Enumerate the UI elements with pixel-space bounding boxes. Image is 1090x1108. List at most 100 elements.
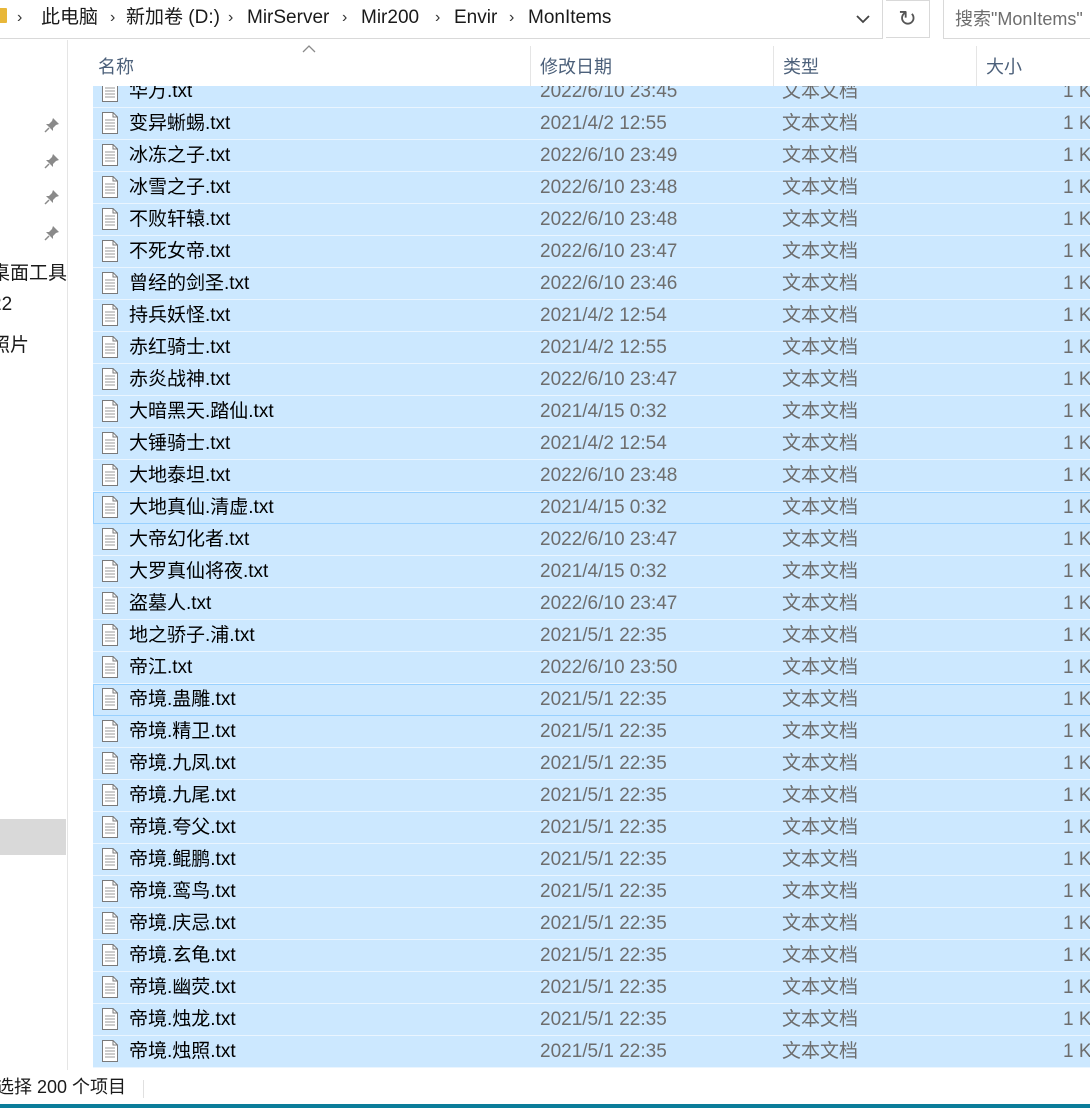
column-header-size[interactable]: 大小 — [986, 50, 1022, 84]
file-name[interactable]: 冰雪之子.txt — [129, 172, 230, 203]
table-row[interactable]: 大地真仙.清虚.txt 2021/4/15 0:32 文本文档 1 K — [93, 492, 1090, 524]
text-file-icon — [102, 176, 118, 198]
file-name[interactable]: 大地真仙.清虚.txt — [129, 492, 274, 523]
file-type: 文本文档 — [782, 785, 859, 806]
table-row[interactable]: 不死女帝.txt 2022/6/10 23:47 文本文档 1 K — [93, 236, 1090, 268]
table-row[interactable]: 帝境.蛊雕.txt 2021/5/1 22:35 文本文档 1 K — [93, 684, 1090, 716]
file-name[interactable]: 帝境.鲲鹏.txt — [129, 844, 236, 875]
breadcrumb-mir200[interactable]: Mir200 — [361, 0, 419, 36]
file-name[interactable]: 帝境.蛊雕.txt — [129, 684, 236, 715]
table-row[interactable]: 不败轩辕.txt 2022/6/10 23:48 文本文档 1 K — [93, 204, 1090, 236]
file-name[interactable]: 大帝幻化者.txt — [129, 524, 249, 555]
search-input[interactable]: 搜索"MonItems" — [943, 0, 1090, 39]
nav-item-desktop-tools[interactable]: 桌面工具 — [0, 258, 67, 285]
file-name[interactable]: 帝境.幽荧.txt — [129, 972, 236, 1003]
file-list[interactable]: 华万.txt 2022/6/10 23:45 文本文档 1 K 变异蜥蜴.txt… — [93, 86, 1090, 1068]
table-row[interactable]: 曾经的剑圣.txt 2022/6/10 23:46 文本文档 1 K — [93, 268, 1090, 300]
table-row[interactable]: 帝境.烛龙.txt 2021/5/1 22:35 文本文档 1 K — [93, 1004, 1090, 1036]
file-name[interactable]: 持兵妖怪.txt — [129, 300, 230, 331]
column-header-name[interactable]: 名称 — [98, 50, 134, 84]
table-row[interactable]: 大罗真仙将夜.txt 2021/4/15 0:32 文本文档 1 K — [93, 556, 1090, 588]
breadcrumb-envir[interactable]: Envir — [454, 0, 497, 36]
nav-item-selected[interactable] — [0, 819, 66, 855]
table-row[interactable]: 赤炎战神.txt 2022/6/10 23:47 文本文档 1 K — [93, 364, 1090, 396]
file-name[interactable]: 帝江.txt — [129, 652, 192, 683]
file-name[interactable]: 华万.txt — [129, 86, 192, 107]
file-name[interactable]: 赤红骑士.txt — [129, 332, 230, 363]
refresh-icon[interactable]: ↻ — [886, 0, 930, 38]
file-name[interactable]: 赤炎战神.txt — [129, 364, 230, 395]
file-name[interactable]: 帝境.烛龙.txt — [129, 1004, 236, 1035]
nav-item-photos[interactable]: 照片 — [0, 330, 29, 357]
navigation-pane[interactable]: 桌面工具 22 照片 — [0, 40, 67, 1070]
nav-item-22[interactable]: 22 — [0, 294, 12, 316]
file-name[interactable]: 冰冻之子.txt — [129, 140, 230, 171]
address-bar[interactable]: › 此电脑 › 新加卷 (D:) › MirServer › Mir200 › … — [0, 0, 883, 39]
table-row[interactable]: 帝境.庆忌.txt 2021/5/1 22:35 文本文档 1 K — [93, 908, 1090, 940]
breadcrumb-this-pc[interactable]: 此电脑 — [41, 0, 98, 36]
file-name[interactable]: 帝境.夸父.txt — [129, 812, 236, 843]
table-row[interactable]: 帝境.鲲鹏.txt 2021/5/1 22:35 文本文档 1 K — [93, 844, 1090, 876]
file-size: 1 K — [1063, 753, 1090, 774]
file-name[interactable]: 大暗黑天.踏仙.txt — [129, 396, 274, 427]
file-name[interactable]: 变异蜥蜴.txt — [129, 108, 230, 139]
text-file-icon — [102, 784, 118, 806]
file-name[interactable]: 帝境.精卫.txt — [129, 716, 236, 747]
breadcrumb-separator-icon[interactable]: › — [509, 0, 514, 36]
breadcrumb-monitems[interactable]: MonItems — [528, 0, 611, 36]
file-name[interactable]: 帝境.九尾.txt — [129, 780, 236, 811]
breadcrumb-separator-icon[interactable]: › — [228, 0, 233, 36]
table-row[interactable]: 帝境.鸾鸟.txt 2021/5/1 22:35 文本文档 1 K — [93, 876, 1090, 908]
table-row[interactable]: 帝江.txt 2022/6/10 23:50 文本文档 1 K — [93, 652, 1090, 684]
file-name[interactable]: 盗墓人.txt — [129, 588, 211, 619]
file-name[interactable]: 帝境.庆忌.txt — [129, 908, 236, 939]
column-header-modified[interactable]: 修改日期 — [540, 50, 612, 84]
column-divider[interactable] — [976, 46, 977, 86]
table-row[interactable]: 变异蜥蜴.txt 2021/4/2 12:55 文本文档 1 K — [93, 108, 1090, 140]
text-file-icon — [102, 912, 118, 934]
table-row[interactable]: 地之骄子.浦.txt 2021/5/1 22:35 文本文档 1 K — [93, 620, 1090, 652]
table-row[interactable]: 赤红骑士.txt 2021/4/2 12:55 文本文档 1 K — [93, 332, 1090, 364]
breadcrumb-separator-icon[interactable]: › — [110, 0, 115, 36]
table-row[interactable]: 大地泰坦.txt 2022/6/10 23:48 文本文档 1 K — [93, 460, 1090, 492]
table-row[interactable]: 冰冻之子.txt 2022/6/10 23:49 文本文档 1 K — [93, 140, 1090, 172]
table-row[interactable]: 帝境.玄龟.txt 2021/5/1 22:35 文本文档 1 K — [93, 940, 1090, 972]
column-divider[interactable] — [773, 46, 774, 86]
table-row[interactable]: 持兵妖怪.txt 2021/4/2 12:54 文本文档 1 K — [93, 300, 1090, 332]
file-name[interactable]: 不死女帝.txt — [129, 236, 230, 267]
column-divider[interactable] — [530, 46, 531, 86]
table-row[interactable]: 帝境.烛照.txt 2021/5/1 22:35 文本文档 1 K — [93, 1036, 1090, 1068]
text-file-icon — [102, 432, 118, 454]
file-size: 1 K — [1063, 273, 1090, 294]
table-row[interactable]: 帝境.幽荧.txt 2021/5/1 22:35 文本文档 1 K — [93, 972, 1090, 1004]
breadcrumb-drive-d[interactable]: 新加卷 (D:) — [126, 0, 220, 36]
table-row[interactable]: 华万.txt 2022/6/10 23:45 文本文档 1 K — [93, 86, 1090, 108]
table-row[interactable]: 帝境.精卫.txt 2021/5/1 22:35 文本文档 1 K — [93, 716, 1090, 748]
table-row[interactable]: 盗墓人.txt 2022/6/10 23:47 文本文档 1 K — [93, 588, 1090, 620]
file-name[interactable]: 地之骄子.浦.txt — [129, 620, 255, 651]
file-modified-date: 2021/5/1 22:35 — [540, 1009, 667, 1030]
breadcrumb-separator-icon[interactable]: › — [435, 0, 440, 36]
pane-divider[interactable] — [67, 40, 68, 1070]
column-header-type[interactable]: 类型 — [783, 50, 819, 84]
file-name[interactable]: 帝境.九凤.txt — [129, 748, 236, 779]
table-row[interactable]: 大锤骑士.txt 2021/4/2 12:54 文本文档 1 K — [93, 428, 1090, 460]
breadcrumb-separator-icon[interactable]: › — [342, 0, 347, 36]
table-row[interactable]: 帝境.九凤.txt 2021/5/1 22:35 文本文档 1 K — [93, 748, 1090, 780]
file-name[interactable]: 帝境.玄龟.txt — [129, 940, 236, 971]
file-name[interactable]: 大地泰坦.txt — [129, 460, 230, 491]
table-row[interactable]: 帝境.夸父.txt 2021/5/1 22:35 文本文档 1 K — [93, 812, 1090, 844]
file-name[interactable]: 大锤骑士.txt — [129, 428, 230, 459]
breadcrumb-separator-icon[interactable]: › — [17, 0, 22, 36]
breadcrumb-mirserver[interactable]: MirServer — [247, 0, 329, 36]
chevron-down-icon[interactable] — [849, 6, 877, 32]
file-name[interactable]: 帝境.烛照.txt — [129, 1036, 236, 1067]
file-name[interactable]: 大罗真仙将夜.txt — [129, 556, 268, 587]
file-name[interactable]: 帝境.鸾鸟.txt — [129, 876, 236, 907]
table-row[interactable]: 帝境.九尾.txt 2021/5/1 22:35 文本文档 1 K — [93, 780, 1090, 812]
file-name[interactable]: 曾经的剑圣.txt — [129, 268, 249, 299]
file-name[interactable]: 不败轩辕.txt — [129, 204, 230, 235]
table-row[interactable]: 大帝幻化者.txt 2022/6/10 23:47 文本文档 1 K — [93, 524, 1090, 556]
table-row[interactable]: 冰雪之子.txt 2022/6/10 23:48 文本文档 1 K — [93, 172, 1090, 204]
table-row[interactable]: 大暗黑天.踏仙.txt 2021/4/15 0:32 文本文档 1 K — [93, 396, 1090, 428]
